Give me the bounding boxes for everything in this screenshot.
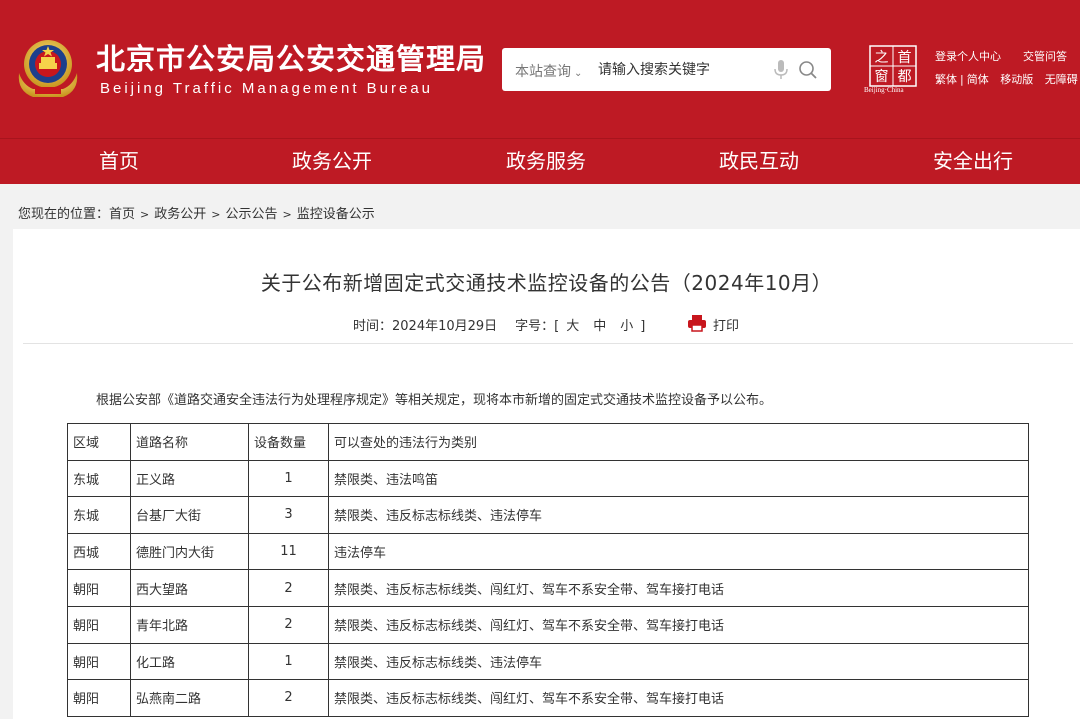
table-cell-district: 朝阳 — [67, 642, 131, 681]
table-cell-violation-types: 违法停车 — [328, 532, 1029, 571]
microphone-icon[interactable] — [773, 59, 789, 81]
table-row: 朝阳 弘燕南二路 2 禁限类、违反标志标线类、闯红灯、驾车不系安全带、驾车接打电话 — [67, 679, 1029, 717]
capital-logo-char: 都 — [898, 69, 912, 85]
table-cell-device-count: 2 — [248, 569, 329, 607]
breadcrumb-item-government-affairs[interactable]: 政务公开 — [154, 207, 206, 222]
content-panel: 关于公布新增固定式交通技术监控设备的公告（2024年10月） 时间：2024年1… — [13, 229, 1080, 719]
table-cell-road: 弘燕南二路 — [130, 679, 249, 717]
nav-item-government-affairs[interactable]: 政务公开 — [292, 147, 372, 175]
table-header-row: 区域 道路名称 设备数量 可以查处的违法行为类别 — [67, 423, 1029, 461]
divider — [23, 343, 1073, 344]
traditional-chinese-link[interactable]: 繁体 — [935, 73, 957, 86]
main-nav: 首页 政务公开 政务服务 政民互动 安全出行 — [0, 138, 1080, 184]
article-intro: 根据公安部《道路交通安全违法行为处理程序规定》等相关规定，现将本市新增的固定式交… — [96, 393, 773, 408]
table-cell-violation-types: 禁限类、违反标志标线类、闯红灯、驾车不系安全带、驾车接打电话 — [328, 679, 1029, 717]
breadcrumb-prefix: 您现在的位置： — [18, 207, 110, 222]
table-cell-device-count: 1 — [248, 459, 329, 498]
login-link[interactable]: 登录个人中心 — [935, 50, 1001, 63]
table-header-cell: 区域 — [67, 423, 131, 461]
table-cell-violation-types: 禁限类、违法鸣笛 — [328, 459, 1029, 498]
faq-link[interactable]: 交管问答 — [1023, 50, 1067, 63]
link-separator: | — [960, 73, 964, 86]
table-cell-district: 西城 — [67, 532, 131, 571]
table-header-cell: 可以查处的违法行为类别 — [328, 423, 1029, 461]
font-size-small-button[interactable]: 小 — [620, 319, 633, 334]
breadcrumb: 您现在的位置：首页 > 政务公开 > 公示公告 > 监控设备公示 — [18, 203, 375, 222]
table-header-cell: 道路名称 — [130, 423, 249, 461]
table-row: 西城 德胜门内大街 11 违法停车 — [67, 532, 1029, 571]
top-links-secondary: 繁体 | 简体 移动版 无障碍 — [935, 71, 1078, 87]
breadcrumb-item-monitoring-devices[interactable]: 监控设备公示 — [297, 207, 375, 222]
breadcrumb-separator: > — [282, 208, 292, 221]
article-title: 关于公布新增固定式交通技术监控设备的公告（2024年10月） — [260, 271, 833, 295]
table-cell-road: 化工路 — [130, 642, 249, 681]
printer-icon[interactable] — [687, 314, 707, 332]
table-cell-road: 西大望路 — [130, 569, 249, 607]
search-input[interactable] — [598, 56, 768, 84]
nav-item-public-interaction[interactable]: 政民互动 — [719, 147, 799, 175]
table-cell-violation-types: 禁限类、违反标志标线类、闯红灯、驾车不系安全带、驾车接打电话 — [328, 569, 1029, 607]
table-cell-device-count: 2 — [248, 679, 329, 717]
table-row: 朝阳 化工路 1 禁限类、违反标志标线类、违法停车 — [67, 642, 1029, 681]
table-cell-road: 台基厂大街 — [130, 496, 249, 534]
font-size-close: ] — [640, 319, 646, 334]
table-cell-violation-types: 禁限类、违反标志标线类、闯红灯、驾车不系安全带、驾车接打电话 — [328, 605, 1029, 644]
table-cell-district: 东城 — [67, 459, 131, 498]
print-button[interactable]: 打印 — [713, 315, 739, 334]
mobile-version-link[interactable]: 移动版 — [1000, 73, 1033, 86]
table-row: 东城 正义路 1 禁限类、违法鸣笛 — [67, 459, 1029, 498]
font-size-large-button[interactable]: 大 — [566, 319, 579, 334]
search-scope-label: 本站查询 — [515, 64, 571, 80]
table-cell-violation-types: 禁限类、违反标志标线类、违法停车 — [328, 496, 1029, 534]
site-header: 北京市公安局公安交通管理局 Beijing Traffic Management… — [0, 0, 1080, 138]
table-cell-district: 东城 — [67, 496, 131, 534]
search-scope-dropdown[interactable]: 本站查询 ⌄ — [515, 61, 582, 81]
chevron-down-icon: ⌄ — [574, 68, 583, 79]
breadcrumb-item-home[interactable]: 首页 — [109, 207, 135, 222]
capital-logo-char: 之 — [875, 50, 889, 66]
top-links-primary: 登录个人中心 交管问答 — [935, 48, 1080, 64]
search-box: 本站查询 ⌄ — [502, 48, 831, 91]
table-header-cell: 设备数量 — [248, 423, 329, 461]
site-title: 北京市公安局公安交通管理局 — [96, 42, 487, 76]
simplified-chinese-link[interactable]: 简体 — [967, 73, 989, 86]
table-cell-device-count: 2 — [248, 605, 329, 644]
nav-item-home[interactable]: 首页 — [99, 147, 139, 175]
font-size-label: 字号：[ — [515, 319, 560, 334]
capital-logo-char: 首 — [898, 50, 912, 66]
table-cell-device-count: 3 — [248, 496, 329, 534]
table-row: 东城 台基厂大街 3 禁限类、违反标志标线类、违法停车 — [67, 496, 1029, 534]
breadcrumb-item-announcements[interactable]: 公示公告 — [225, 207, 277, 222]
accessibility-link[interactable]: 无障碍 — [1045, 73, 1078, 86]
search-icon[interactable] — [798, 60, 818, 80]
article-meta: 时间：2024年10月29日 字号：[ 大中小] — [353, 315, 645, 334]
table-cell-district: 朝阳 — [67, 605, 131, 644]
breadcrumb-separator: > — [211, 208, 221, 221]
capital-logo-char: 窗 — [875, 68, 889, 85]
table-row: 朝阳 青年北路 2 禁限类、违反标志标线类、闯红灯、驾车不系安全带、驾车接打电话 — [67, 605, 1029, 644]
nav-item-government-services[interactable]: 政务服务 — [506, 147, 586, 175]
font-size-medium-button[interactable]: 中 — [593, 319, 606, 334]
table-cell-device-count: 1 — [248, 642, 329, 681]
table-cell-road: 正义路 — [130, 459, 249, 498]
table-cell-road: 青年北路 — [130, 605, 249, 644]
table-cell-device-count: 11 — [248, 532, 329, 571]
breadcrumb-separator: > — [140, 208, 150, 221]
table-cell-district: 朝阳 — [67, 679, 131, 717]
capital-logo-caption: Beijing·China — [864, 86, 904, 94]
site-subtitle: Beijing Traffic Management Bureau — [100, 80, 434, 97]
police-emblem-icon[interactable] — [13, 33, 83, 103]
publish-time: 时间：2024年10月29日 — [353, 319, 498, 334]
table-row: 朝阳 西大望路 2 禁限类、违反标志标线类、闯红灯、驾车不系安全带、驾车接打电话 — [67, 569, 1029, 607]
table-cell-violation-types: 禁限类、违反标志标线类、违法停车 — [328, 642, 1029, 681]
nav-item-safe-travel[interactable]: 安全出行 — [933, 147, 1013, 175]
table-cell-road: 德胜门内大街 — [130, 532, 249, 571]
monitoring-device-table: 区域 道路名称 设备数量 可以查处的违法行为类别 东城 正义路 1 禁限类、违法鸣笛 东城 台基厂… — [67, 423, 1029, 717]
table-cell-district: 朝阳 — [67, 569, 131, 607]
